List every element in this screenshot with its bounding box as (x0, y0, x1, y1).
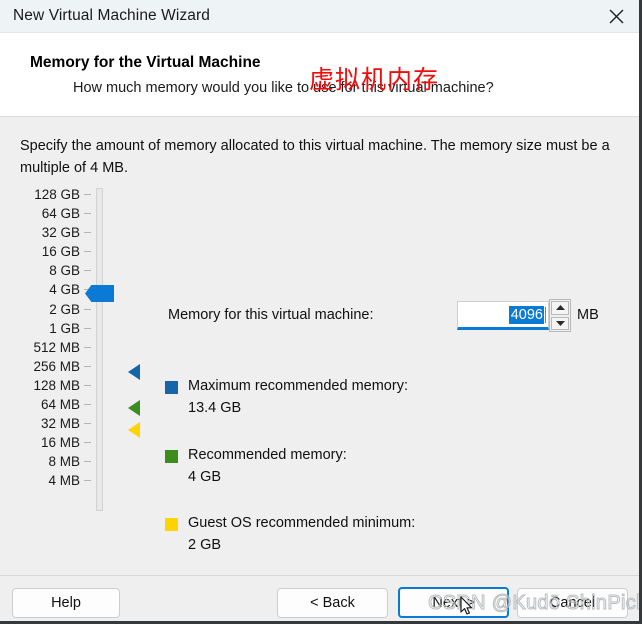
text-caret (545, 306, 546, 323)
scale-label: 64 MB (40, 397, 80, 413)
legend-swatch-recommended-icon (165, 450, 178, 463)
scale-label: 32 MB (40, 416, 80, 432)
scale-label: 4 MB (48, 473, 80, 489)
memory-input[interactable]: 4096 (457, 301, 549, 330)
scale-label: 16 GB (41, 244, 80, 260)
annotation-label-cn: 虚拟机内存 (309, 66, 440, 94)
scale-tick (84, 204, 93, 223)
new-virtual-machine-wizard-dialog: New Virtual Machine Wizard Memory for th… (0, 0, 642, 624)
legend-title-recommended: Recommended memory: (188, 447, 347, 463)
scale-tick (84, 414, 93, 433)
page-title: Memory for the Virtual Machine (30, 54, 261, 71)
scale-label: 8 MB (48, 454, 80, 470)
spinner-down-button[interactable] (551, 316, 569, 330)
legend-value-recommended: 4 GB (188, 469, 222, 485)
cancel-button[interactable]: Cancel (517, 588, 628, 618)
marker-recommended-icon (128, 400, 140, 416)
scale-label: 512 MB (33, 339, 80, 355)
memory-slider-track[interactable] (96, 188, 103, 511)
chevron-down-icon (555, 320, 566, 327)
help-button[interactable]: Help (12, 588, 120, 618)
wizard-body: Specify the amount of memory allocated t… (0, 117, 639, 575)
scale-tick (84, 185, 93, 204)
scale-label: 128 MB (33, 377, 80, 393)
window-title: New Virtual Machine Wizard (13, 7, 210, 24)
next-button[interactable]: Next > (398, 587, 509, 618)
memory-unit-label: MB (577, 307, 599, 323)
scale-tick (84, 433, 93, 452)
scale-tick (84, 452, 93, 471)
scale-label: 4 GB (49, 282, 80, 298)
memory-input-label: Memory for this virtual machine: (168, 307, 374, 323)
wizard-header: Memory for the Virtual Machine How much … (0, 33, 639, 117)
legend-title-maximum: Maximum recommended memory: (188, 378, 408, 394)
scale-tick (84, 242, 93, 261)
back-button[interactable]: < Back (277, 588, 388, 618)
memory-scale-labels: 128 GB 64 GB 32 GB 16 GB 8 GB 4 GB 2 GB 1 GB 512… (0, 185, 80, 491)
legend-value-guest-os: 2 GB (188, 537, 222, 553)
legend-swatch-maximum-icon (165, 381, 178, 394)
scale-label: 128 GB (34, 187, 80, 202)
intro-text: Specify the amount of memory allocated t… (20, 138, 610, 176)
scale-tick (84, 338, 93, 357)
chevron-up-icon (555, 304, 566, 311)
scale-label: 256 MB (33, 358, 80, 374)
scale-tick (84, 471, 93, 490)
scale-tick (84, 357, 93, 376)
scale-label: 2 GB (49, 301, 80, 317)
legend-title-guest-os: Guest OS recommended minimum: (188, 515, 416, 531)
close-icon (608, 8, 625, 25)
scale-tick (84, 376, 93, 395)
wizard-footer: Help < Back Next > Cancel (0, 575, 639, 621)
spinner-up-button[interactable] (551, 301, 569, 315)
memory-scale-ticks (84, 185, 93, 491)
title-bar: New Virtual Machine Wizard (0, 0, 639, 33)
scale-tick (84, 319, 93, 338)
scale-tick (84, 300, 93, 319)
memory-spinner[interactable] (549, 299, 571, 332)
marker-maximum-recommended-icon (128, 364, 140, 380)
marker-guest-os-minimum-icon (128, 422, 140, 438)
scale-label: 16 MB (40, 435, 80, 451)
scale-label: 64 GB (41, 206, 80, 222)
scale-tick (84, 261, 93, 280)
legend-value-maximum: 13.4 GB (188, 400, 242, 416)
scale-label: 1 GB (49, 320, 80, 336)
scale-label: 8 GB (49, 263, 80, 279)
legend-swatch-guest-os-icon (165, 518, 178, 531)
close-button[interactable] (594, 0, 639, 32)
scale-tick (84, 395, 93, 414)
scale-label: 32 GB (41, 225, 80, 241)
scale-tick (84, 223, 93, 242)
memory-input-value: 4096 (508, 305, 544, 324)
